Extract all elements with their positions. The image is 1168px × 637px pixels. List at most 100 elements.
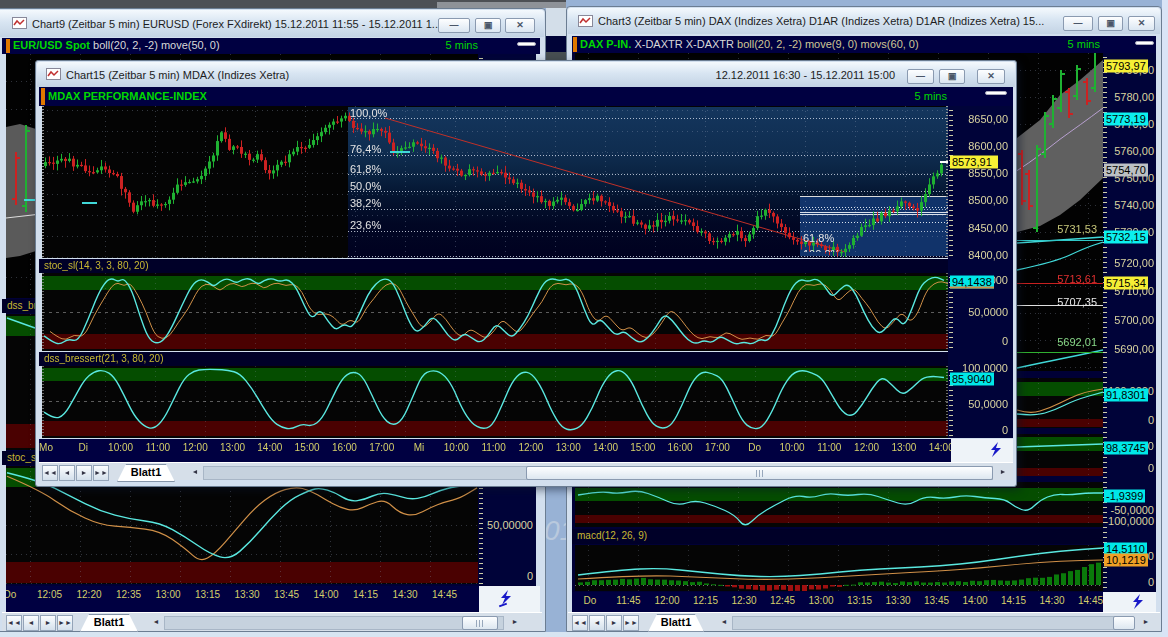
mdax-dss-scale-mid: 50,0000 xyxy=(968,398,1008,410)
eurusd-interval-label: 5 mins xyxy=(446,39,478,51)
dax-scrollbar-thumb[interactable] xyxy=(1113,616,1135,630)
eurusd-tab-prev-button[interactable]: ◄ xyxy=(23,615,39,631)
dax-collapsed-scrollbar[interactable] xyxy=(1135,41,1154,45)
mdax-tab-bar: ◄◄ ◄ ► ►► Blatt1 ◄ ► xyxy=(39,462,1013,480)
dax-indicator-panel-3 xyxy=(575,482,1103,527)
dax-scroll-right-button[interactable]: ► xyxy=(1138,615,1154,631)
mdax-axis-tick: 11:00 xyxy=(817,442,841,453)
dax-axis-tick: 12:15 xyxy=(693,595,718,606)
mdax-axis-tick: 12:00 xyxy=(518,442,543,453)
mdax-legend-marker xyxy=(41,88,45,105)
eurusd-close-button[interactable]: ✕ xyxy=(505,18,535,33)
mdax-sheet-tab[interactable]: Blatt1 xyxy=(117,464,175,482)
mdax-scrollbar-thumb[interactable] xyxy=(526,466,993,480)
eurusd-titlebar[interactable]: Chart9 (Zeitbar 5 min) EURUSD (Forex FXd… xyxy=(0,10,544,37)
dax-axis-tick: 14:15 xyxy=(1001,595,1026,606)
mdax-window-icon xyxy=(46,68,61,80)
eurusd-scrollbar-grip xyxy=(476,620,484,627)
dax-close-button[interactable]: ✕ xyxy=(1128,16,1155,31)
eurusd-scrollbar-track[interactable] xyxy=(164,616,504,630)
eurusd-tab-last-button[interactable]: ►► xyxy=(57,615,73,631)
mdax-fib-label: 38,2% xyxy=(350,197,381,209)
mdax-dss-scale-zero: 0 xyxy=(1002,424,1008,436)
dax-restore-button[interactable]: ▣ xyxy=(1098,16,1123,31)
eurusd-axis-tick: 14:30 xyxy=(392,589,417,600)
mdax-scale-label: 8550,00 xyxy=(968,167,1008,179)
mdax-dss-panel xyxy=(42,366,948,438)
dax-price-tag: 5773,19 xyxy=(1104,113,1148,126)
mdax-restore-button[interactable]: ▣ xyxy=(939,69,965,84)
dax-scrollbar-track[interactable] xyxy=(732,616,1132,630)
eurusd-tab-next-button[interactable]: ► xyxy=(40,615,56,631)
mdax-scrollbar-grip xyxy=(756,470,764,477)
eurusd-axis-tick: 13:15 xyxy=(195,589,220,600)
eurusd-minimize-button[interactable]: — xyxy=(438,18,470,33)
mdax-axis-tick: 14:00 xyxy=(929,442,951,453)
eurusd-scroll-right-button[interactable]: ► xyxy=(507,615,523,631)
mdax-tab-last-button[interactable]: ►► xyxy=(93,465,109,481)
dax-titlebar[interactable]: Chart3 (Zeitbar 5 min) DAX (Indizes Xetr… xyxy=(568,8,1160,34)
mdax-titlebar[interactable]: Chart15 (Zeitbar 5 min) MDAX (Indizes Xe… xyxy=(37,62,1015,87)
dax-window-title: Chart3 (Zeitbar 5 min) DAX (Indizes Xetr… xyxy=(598,15,1044,27)
mdax-fib-label: 100,0% xyxy=(350,107,387,119)
mdax-fib-label: 50,0% xyxy=(350,180,381,192)
dax-p1-zero: 0 xyxy=(1148,414,1154,426)
eurusd-symbol-label: EUR/USD Spot boll(20, 2, -2) move(50, 0) xyxy=(13,39,220,51)
mdax-tab-next-button[interactable]: ► xyxy=(76,465,92,481)
eurusd-scrollbar-thumb[interactable] xyxy=(462,616,498,630)
mdax-close-button[interactable]: ✕ xyxy=(977,69,1005,84)
mdax-axis-tick: 13:00 xyxy=(556,442,581,453)
mdax-lightning-icon[interactable] xyxy=(987,441,1007,461)
background-window-sliver-legend xyxy=(546,36,568,52)
eurusd-restore-button[interactable]: ▣ xyxy=(475,18,501,33)
dax-scale-label: 5690,00 xyxy=(1114,343,1154,355)
mdax-axis-tick: 15:00 xyxy=(295,442,320,453)
dax-scale-label: 5720,00 xyxy=(1114,257,1154,269)
mdax-axis-tick: Di xyxy=(79,442,88,453)
eurusd-indicators-label: boll(20, 2, -2) move(50, 0) xyxy=(90,39,220,51)
dax-scroll-left-button[interactable]: ◄ xyxy=(716,615,732,631)
mdax-axis-tick: 13:00 xyxy=(891,442,916,453)
trading-app-screen: 01 Chart9 (Zeitbar 5 min) EURUSD (Forex … xyxy=(0,0,1168,637)
dax-tab-next-button[interactable]: ► xyxy=(606,615,622,631)
mdax-tab-prev-button[interactable]: ◄ xyxy=(59,465,75,481)
eurusd-tab-first-button[interactable]: ◄◄ xyxy=(6,615,22,631)
eurusd-axis-tick: Do xyxy=(6,589,16,600)
dax-axis-tick: 13:45 xyxy=(924,595,949,606)
eurusd-lightning-icon[interactable] xyxy=(497,589,517,609)
mdax-scroll-left-button[interactable]: ◄ xyxy=(187,465,203,481)
mdax-scale-label: 8600,00 xyxy=(968,140,1008,152)
desktop-right-strip xyxy=(1162,0,1168,637)
eurusd-axis-tick: 13:45 xyxy=(274,589,299,600)
mdax-axis-tick: 12:00 xyxy=(183,442,208,453)
eurusd-sheet-tab[interactable]: Blatt1 xyxy=(80,614,138,632)
mdax-scale-label: 8450,00 xyxy=(968,222,1008,234)
dax-lightning-icon[interactable] xyxy=(1129,593,1149,613)
dax-tab-first-button[interactable]: ◄◄ xyxy=(572,615,588,631)
dax-window-icon xyxy=(578,15,593,27)
eurusd-scroll-left-button[interactable]: ◄ xyxy=(148,615,164,631)
mdax-minimize-button[interactable]: — xyxy=(907,69,934,84)
dax-minimize-button[interactable]: — xyxy=(1063,16,1093,31)
dax-tab-last-button[interactable]: ►► xyxy=(623,615,639,631)
dax-p3-bot: -100,0000 xyxy=(1104,515,1154,527)
eurusd-collapsed-scrollbar[interactable] xyxy=(517,42,536,46)
mdax-daterange: 12.12.2011 16:30 - 15.12.2011 15:00 xyxy=(716,69,895,81)
mdax-axis-tick: 13:00 xyxy=(220,442,245,453)
mdax-fib-label: 23,6% xyxy=(350,219,381,231)
mdax-collapsed-scrollbar[interactable] xyxy=(985,91,1007,95)
dax-tab-bar: ◄◄ ◄ ► ►► Blatt1 ◄ ► xyxy=(568,612,1160,631)
mdax-symbol-label: MDAX PERFORMANCE-INDEX xyxy=(48,90,207,102)
dax-tab-prev-button[interactable]: ◄ xyxy=(589,615,605,631)
mdax-axis-tick: Mo xyxy=(39,442,53,453)
dax-sheet-tab[interactable]: Blatt1 xyxy=(648,614,704,632)
mdax-legend-bar: MDAX PERFORMANCE-INDEX 5 mins xyxy=(39,87,1013,106)
background-window-sliver-chart xyxy=(546,52,568,60)
dax-price-tag: 5793,97 xyxy=(1104,60,1148,73)
mdax-time-axis: MoDi10:0011:0012:0013:0014:0015:0016:001… xyxy=(39,439,951,462)
mdax-scroll-right-button[interactable]: ► xyxy=(995,465,1011,481)
dax-axis-tick: 14:45 xyxy=(1078,595,1103,606)
mdax-tab-first-button[interactable]: ◄◄ xyxy=(42,465,58,481)
dax-price-tag: 5732,15 xyxy=(1104,231,1148,244)
mdax-axis-tick: 16:00 xyxy=(668,442,693,453)
